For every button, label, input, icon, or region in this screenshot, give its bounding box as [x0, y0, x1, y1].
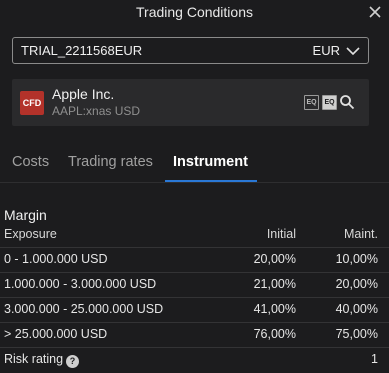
header-initial: Initial	[266, 227, 296, 241]
tab-instrument[interactable]: Instrument	[173, 154, 248, 170]
margin-header-row: Exposure Initial Maint.	[0, 223, 389, 248]
search-icon[interactable]	[339, 94, 355, 110]
margin-title: Margin	[4, 207, 47, 223]
table-row: 3.000.000 - 25.000.000 USD 41,00% 40,00%	[0, 298, 389, 323]
instrument-symbol: AAPL:xnas USD	[52, 104, 141, 118]
initial-margin: 76,00%	[253, 327, 296, 341]
help-icon[interactable]: ?	[66, 355, 80, 368]
risk-rating-row: Risk rating? 1	[0, 348, 389, 373]
risk-rating-label: Risk rating	[4, 352, 64, 366]
table-row: > 25.000.000 USD 76,00% 75,00%	[0, 323, 389, 348]
table-row: 1.000.000 - 3.000.000 USD 21,00% 20,00%	[0, 273, 389, 298]
header-maint: Maint.	[343, 227, 378, 241]
close-icon[interactable]	[367, 4, 383, 20]
eq-chart-icon[interactable]: EQ	[322, 95, 337, 110]
tab-trading-rates[interactable]: Trading rates	[68, 154, 153, 170]
maint-margin: 40,00%	[335, 302, 378, 316]
window-title: Trading Conditions	[136, 4, 253, 20]
active-tab-indicator	[165, 180, 257, 182]
risk-rating-value: 1	[371, 352, 378, 366]
exposure-range: > 25.000.000 USD	[4, 327, 108, 341]
cfd-badge: CFD	[20, 91, 44, 115]
maint-margin: 20,00%	[335, 277, 378, 291]
instrument-card: CFD Apple Inc. AAPL:xnas USD EQ EQ	[12, 79, 369, 126]
initial-margin: 20,00%	[253, 252, 296, 266]
exposure-range: 0 - 1.000.000 USD	[4, 252, 108, 266]
maint-margin: 75,00%	[335, 327, 378, 341]
initial-margin: 21,00%	[253, 277, 296, 291]
exposure-range: 3.000.000 - 25.000.000 USD	[4, 302, 164, 316]
risk-rating-label-group: Risk rating?	[4, 352, 80, 368]
account-currency: EUR	[312, 43, 340, 58]
chevron-down-icon	[346, 47, 360, 56]
title-bar: Trading Conditions	[0, 0, 389, 26]
account-select[interactable]: TRIAL_2211568EUR EUR	[12, 37, 369, 64]
maint-margin: 10,00%	[335, 252, 378, 266]
instrument-name: Apple Inc.	[52, 86, 115, 102]
initial-margin: 41,00%	[253, 302, 296, 316]
tab-costs[interactable]: Costs	[12, 154, 49, 170]
table-row: 0 - 1.000.000 USD 20,00% 10,00%	[0, 248, 389, 273]
eq-info-icon[interactable]: EQ	[304, 95, 319, 110]
tab-bar: Costs Trading rates Instrument	[0, 150, 389, 183]
header-exposure: Exposure	[4, 227, 57, 241]
exposure-range: 1.000.000 - 3.000.000 USD	[4, 277, 157, 291]
account-id: TRIAL_2211568EUR	[21, 43, 143, 58]
